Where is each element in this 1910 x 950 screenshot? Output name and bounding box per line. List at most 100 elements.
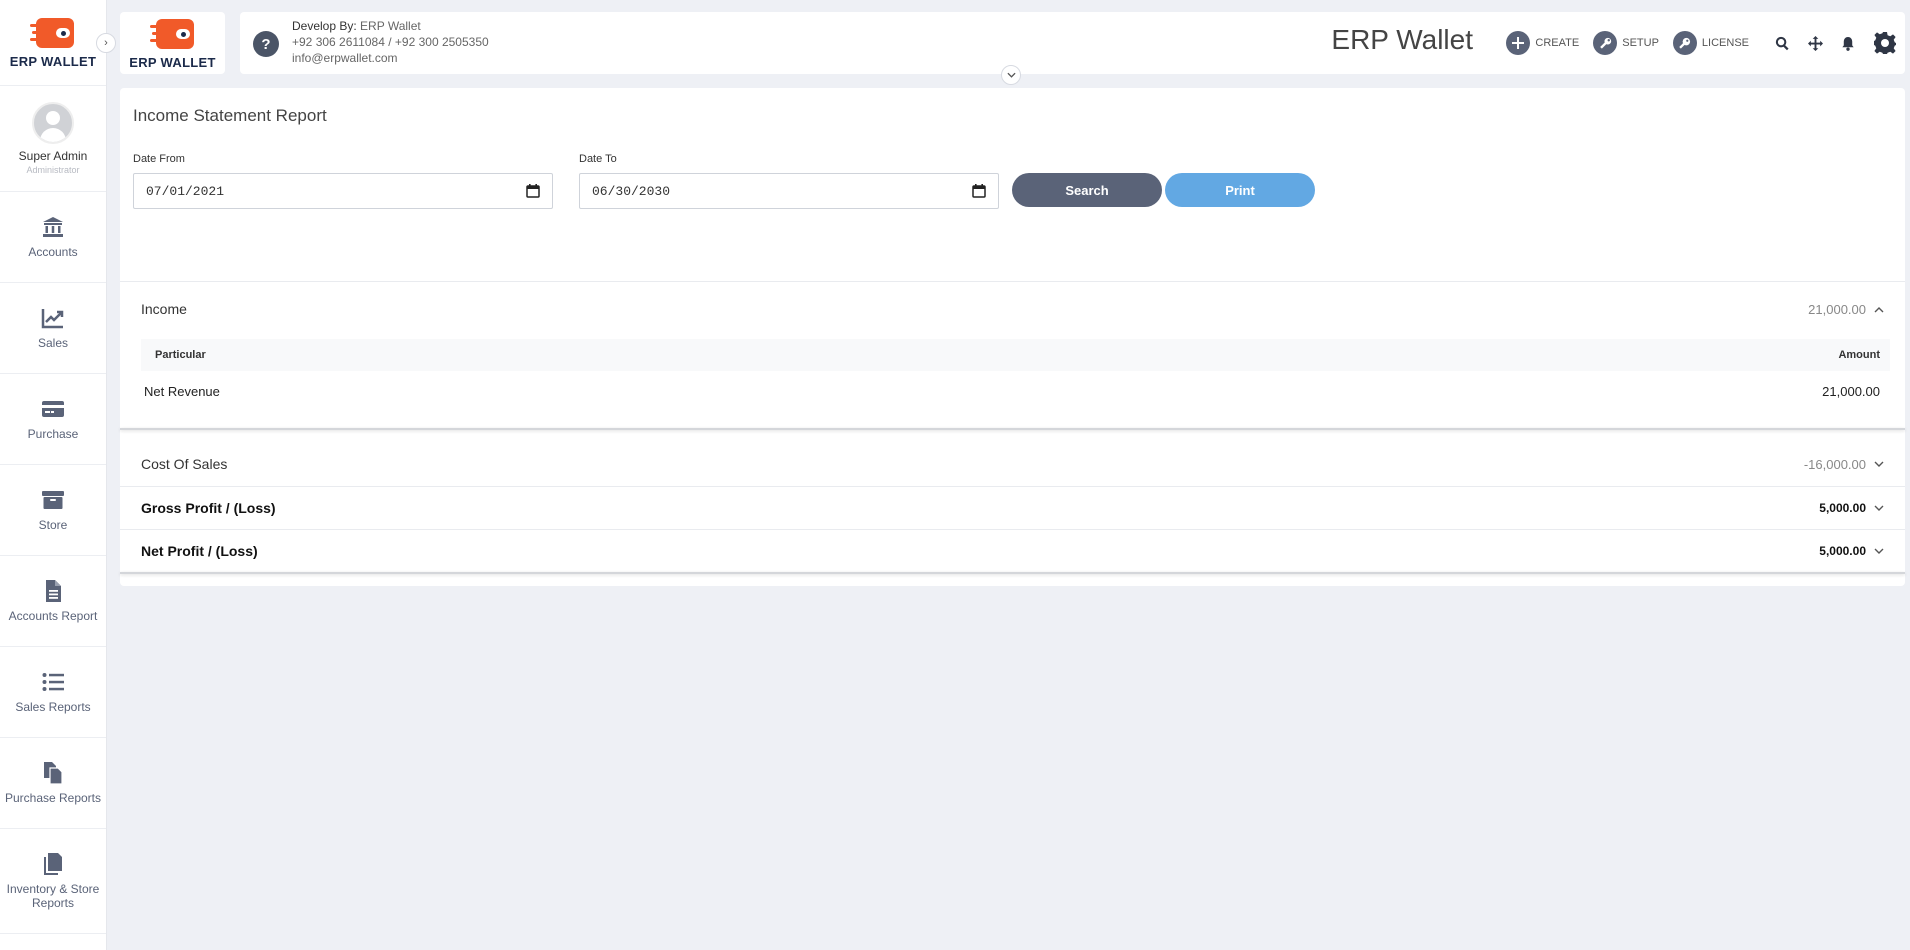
date-from-label: Date From [133,153,185,165]
sidebar-item-sales-reports[interactable]: Sales Reports [0,647,106,738]
sidebar-item-store[interactable]: Store [0,465,106,556]
sidebar-item-purchase-reports[interactable]: Purchase Reports [0,738,106,829]
sidebar: ERP WALLET Super Admin Administrator Acc… [0,0,107,950]
date-from-input[interactable]: 07/01/2021 [133,173,553,209]
avatar [32,102,74,144]
trend-chart-icon [41,309,64,329]
user-profile[interactable]: Super Admin Administrator [0,85,106,192]
wrench-icon [1593,31,1618,55]
chevron-down-icon [1874,505,1884,511]
sidebar-item-inventory-store-reports[interactable]: Inventory & Store Reports [0,829,106,934]
gross-profit-total: 5,000.00 [1819,501,1866,515]
section-divider [120,428,1905,430]
top-bar: ? Develop By: ERP Wallet +92 306 2611084… [240,12,1905,74]
net-profit-section-header[interactable]: Net Profit / (Loss) 5,000.00 [120,530,1905,572]
chevron-up-icon [1874,306,1884,312]
net-profit-total: 5,000.00 [1819,544,1866,558]
chevron-down-icon [1006,72,1016,78]
list-icon [42,673,64,691]
chevron-down-icon [1874,461,1884,467]
section-divider [120,572,1905,574]
brand-name: ERP WALLET [129,54,216,70]
table-row: Net Revenue 21,000.00 [141,376,1890,406]
divider [120,281,1905,282]
cost-of-sales-total: -16,000.00 [1803,456,1866,472]
contact-email: info@erpwallet.com [292,51,398,65]
user-name: Super Admin [18,149,88,163]
sidebar-item-label: Accounts Report [8,609,98,623]
setup-label: SETUP [1622,37,1659,49]
sidebar-toggle-button[interactable]: › [96,33,116,53]
net-profit-label: Net Profit / (Loss) [141,543,258,559]
key-icon [1672,31,1697,55]
phone-separator: / [388,35,392,49]
collapse-header-button[interactable] [1001,65,1021,85]
license-label: LICENSE [1701,37,1749,49]
bank-icon [43,217,63,237]
help-icon[interactable]: ? [253,31,279,57]
sidebar-item-sales[interactable]: Sales [0,283,106,374]
top-actions: CREATE SETUP LICENSE [1506,12,1897,74]
license-button[interactable]: LICENSE [1672,31,1749,55]
erp-wallet-logo-icon [149,17,196,51]
sidebar-item-label: Store [38,518,68,532]
row-amount: 21,000.00 [1822,383,1880,399]
plus-icon [1506,31,1531,55]
sidebar-item-label: Inventory & Store Reports [6,882,100,910]
sidebar-item-label: Sales [37,336,69,350]
date-from-value: 07/01/2021 [146,183,225,199]
calendar-icon[interactable] [526,184,540,198]
sidebar-item-label: Accounts [28,245,78,259]
dev-prefix: Develop By: [292,19,357,33]
column-particular: Particular [155,349,206,361]
documents-icon [44,853,62,875]
chevron-right-icon: › [104,37,108,49]
print-button[interactable]: Print [1165,173,1315,207]
sidebar-item-purchase[interactable]: Purchase [0,374,106,465]
search-icon[interactable] [1775,36,1790,51]
dev-name: ERP Wallet [360,19,421,33]
create-label: CREATE [1535,37,1580,49]
income-statement-card: Income Statement Report Date From 07/01/… [120,88,1905,586]
credit-card-icon [42,401,64,417]
cost-of-sales-section-header[interactable]: Cost Of Sales -16,000.00 [120,443,1905,485]
sidebar-item-label: Purchase Reports [4,791,102,805]
brand-name: ERP WALLET [9,54,97,69]
developer-info: Develop By: ERP Wallet +92 306 2611084 /… [292,18,489,66]
sidebar-item-accounts-report[interactable]: Accounts Report [0,556,106,647]
cost-of-sales-label: Cost Of Sales [141,456,228,472]
income-total: 21,000.00 [1808,301,1866,317]
move-arrows-icon[interactable] [1808,35,1823,51]
date-to-input[interactable]: 06/30/2030 [579,173,999,209]
gross-profit-label: Gross Profit / (Loss) [141,500,276,516]
phone-primary: +92 306 2611084 [292,35,385,49]
income-table-header: Particular Amount [141,339,1890,371]
column-amount: Amount [1838,349,1880,361]
income-label: Income [141,301,187,317]
document-icon [46,580,61,602]
search-button[interactable]: Search [1012,173,1162,207]
app-title: ERP Wallet [1331,24,1473,55]
calendar-icon[interactable] [972,184,986,198]
user-role: Administrator [26,165,80,175]
setup-button[interactable]: SETUP [1593,31,1659,55]
income-section-header[interactable]: Income 21,000.00 [120,293,1905,325]
sidebar-item-label: Sales Reports [15,700,91,714]
archive-box-icon [42,491,64,509]
row-particular: Net Revenue [144,383,220,399]
header-logo[interactable]: ERP WALLET [120,12,225,74]
date-to-label: Date To [579,153,617,165]
erp-wallet-logo-icon [30,16,76,50]
sidebar-item-label: Purchase [27,427,79,441]
sidebar-item-accounts[interactable]: Accounts [0,192,106,283]
copy-documents-icon [44,762,63,785]
page-title: Income Statement Report [133,106,327,125]
gross-profit-section-header[interactable]: Gross Profit / (Loss) 5,000.00 [120,487,1905,529]
date-to-value: 06/30/2030 [592,183,671,199]
bell-icon[interactable] [1841,36,1855,51]
phone-secondary: +92 300 2505350 [394,35,489,49]
chevron-down-icon [1874,548,1884,554]
create-button[interactable]: CREATE [1506,31,1579,55]
sidebar-brand[interactable]: ERP WALLET [0,0,106,85]
gear-icon[interactable] [1873,31,1897,55]
